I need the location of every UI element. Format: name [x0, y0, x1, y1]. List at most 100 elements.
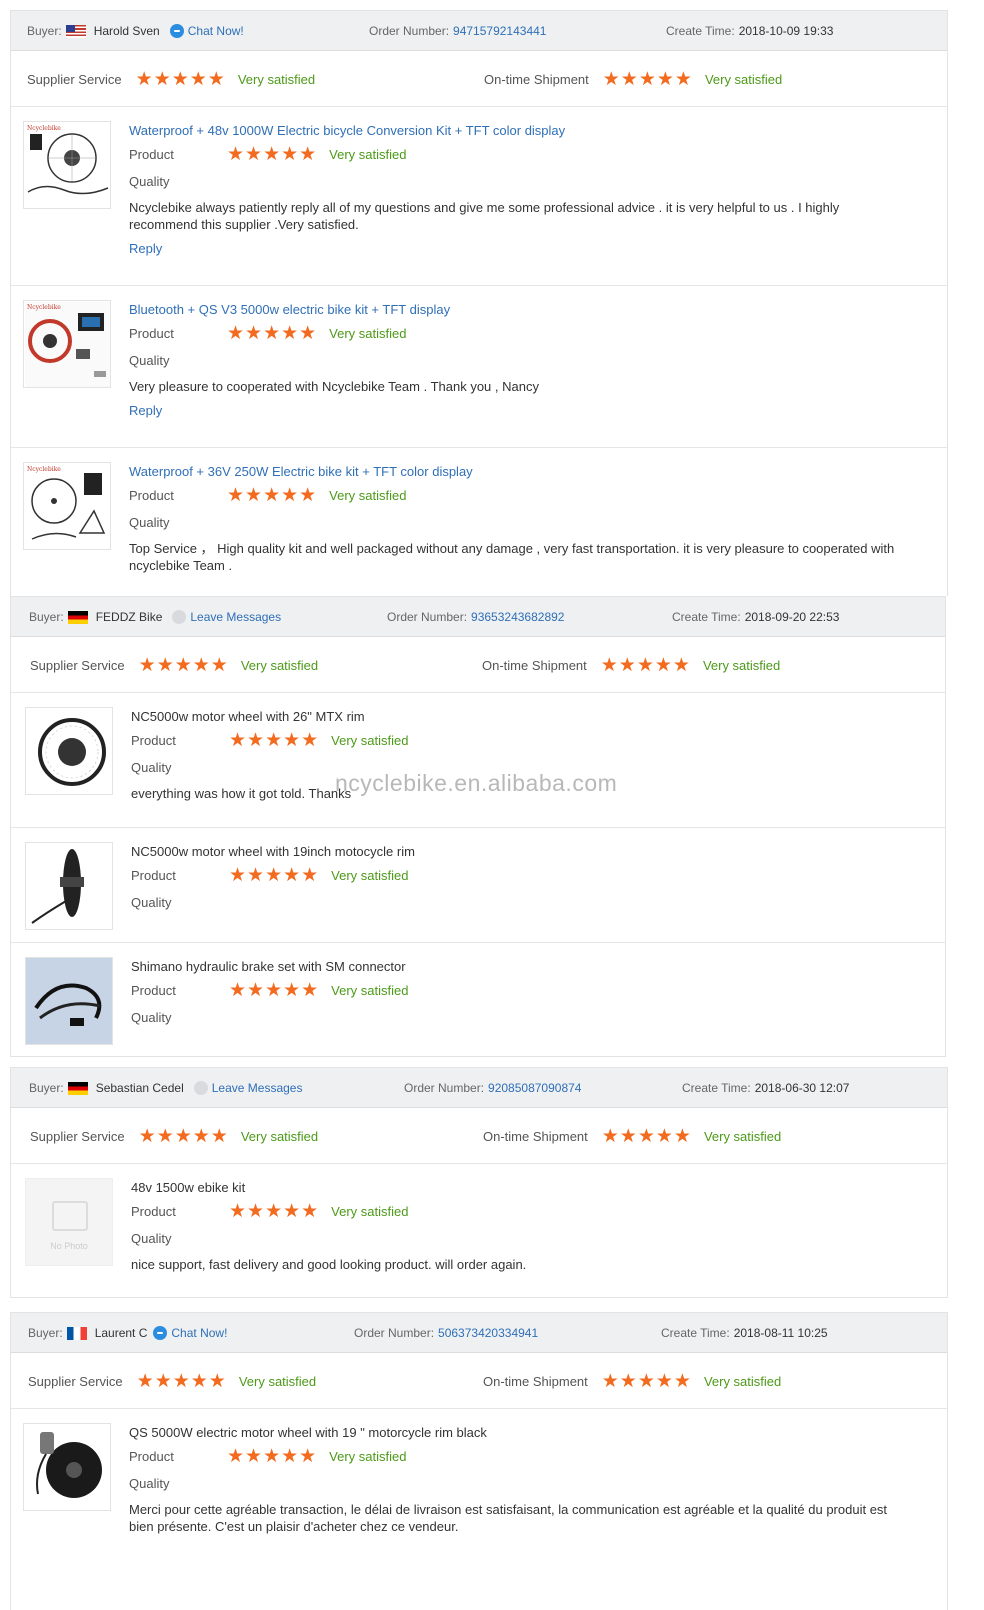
leave-messages-link[interactable]: Leave Messages [190, 610, 281, 624]
product-title[interactable]: 48v 1500w ebike kit [131, 1178, 907, 1198]
review-comment: Top Service ， High quality kit and well … [129, 541, 895, 573]
star-rating-icon: ★★★★★ [601, 1125, 692, 1147]
product-review: Ncyclebike Waterproof + 48v 1000W Electr… [11, 107, 947, 286]
ontime-shipment-value: Very satisfied [703, 1373, 782, 1389]
product-thumbnail[interactable]: Ncyclebike [23, 462, 111, 550]
feedback-header: Buyer: Harold Sven Chat Now! Order Numbe… [11, 11, 947, 51]
create-time-value: 2018-08-11 10:25 [733, 1326, 828, 1340]
product-rating-value: Very satisfied [329, 1449, 407, 1464]
buyer-name: Laurent C [94, 1326, 148, 1340]
quality-label: Quality [131, 1231, 172, 1246]
ontime-shipment-value: Very satisfied [702, 657, 781, 673]
feedback-card: Buyer: Laurent C Chat Now! Order Number:… [10, 1312, 948, 1610]
svg-text:Ncyclebike: Ncyclebike [27, 466, 61, 473]
star-rating-icon: ★★★★★ [227, 323, 318, 344]
create-time-value: 2018-10-09 19:33 [738, 24, 834, 38]
quality-label: Quality [129, 1476, 170, 1491]
product-title-link[interactable]: Waterproof + 48v 1000W Electric bicycle … [129, 121, 907, 141]
create-time-label: Create Time: [666, 24, 735, 38]
product-title[interactable]: NC5000w motor wheel with 19inch motocycl… [131, 842, 905, 862]
star-rating-icon: ★★★★★ [227, 485, 318, 506]
star-rating-icon: ★★★★★ [138, 1125, 229, 1147]
reply-link[interactable]: Reply [129, 403, 162, 418]
star-rating-icon: ★★★★★ [229, 730, 320, 751]
buyer-label: Buyer: [29, 610, 64, 624]
supplier-service-label: Supplier Service [28, 1373, 123, 1389]
product-thumbnail[interactable]: Ncyclebike [23, 121, 111, 209]
chat-icon[interactable] [153, 1326, 168, 1340]
quality-label: Quality [131, 895, 172, 910]
chat-now-link[interactable]: Chat Now! [171, 1326, 227, 1340]
product-label: Product [131, 868, 176, 883]
product-label: Product [131, 983, 176, 998]
de-flag-icon [67, 610, 88, 624]
product-review: Shimano hydraulic brake set with SM conn… [11, 943, 945, 1056]
product-rating-value: Very satisfied [331, 733, 409, 748]
feedback-header: Buyer: Sebastian Cedel Leave Messages Or… [11, 1068, 947, 1108]
star-rating-icon: ★★★★★ [136, 1370, 227, 1392]
star-rating-icon: ★★★★★ [601, 1370, 692, 1392]
star-rating-icon: ★★★★★ [227, 1446, 318, 1467]
de-flag-icon [67, 1081, 88, 1095]
product-label: Product [131, 733, 176, 748]
product-label: Product [129, 1449, 174, 1464]
product-thumbnail[interactable] [25, 707, 113, 795]
order-number-link[interactable]: 92085087090874 [488, 1081, 581, 1095]
order-number-link[interactable]: 93653243682892 [471, 610, 564, 624]
product-label: Product [129, 326, 174, 341]
quality-label: Quality [131, 1010, 172, 1025]
product-rating-value: Very satisfied [331, 868, 409, 883]
product-title-link[interactable]: Bluetooth + QS V3 5000w electric bike ki… [129, 300, 907, 320]
us-flag-icon [65, 24, 86, 38]
service-rating-row: Supplier Service ★★★★★ Very satisfied On… [11, 1353, 947, 1409]
product-info: Bluetooth + QS V3 5000w electric bike ki… [129, 300, 907, 418]
star-rating-icon: ★★★★★ [229, 865, 320, 886]
product-title-link[interactable]: Waterproof + 36V 250W Electric bike kit … [129, 462, 907, 482]
star-rating-icon: ★★★★★ [227, 144, 318, 165]
buyer-name: FEDDZ Bike [95, 610, 163, 624]
product-rating-value: Very satisfied [329, 147, 407, 162]
review-comment: Merci pour cette agréable transaction, l… [129, 1502, 888, 1534]
supplier-service-value: Very satisfied [238, 1373, 317, 1389]
message-icon[interactable] [172, 610, 187, 624]
buyer-label: Buyer: [27, 24, 62, 38]
product-thumbnail[interactable]: Ncyclebike [23, 300, 111, 388]
buyer-label: Buyer: [29, 1081, 64, 1095]
product-info: 48v 1500w ebike kit Product ★★★★★ Very sat… [131, 1178, 907, 1273]
message-icon[interactable] [193, 1081, 208, 1095]
no-photo-placeholder: No Photo [26, 1179, 112, 1265]
order-number-label: Order Number: [369, 24, 450, 38]
supplier-service-label: Supplier Service [30, 657, 125, 673]
feedback-header: Buyer: FEDDZ Bike Leave Messages Order N… [11, 597, 945, 637]
product-title[interactable]: Shimano hydraulic brake set with SM conn… [131, 957, 905, 977]
product-title[interactable]: NC5000w motor wheel with 26" MTX rim [131, 707, 905, 727]
product-thumbnail[interactable] [23, 1423, 111, 1511]
product-thumbnail[interactable] [25, 842, 113, 930]
create-time-label: Create Time: [682, 1081, 751, 1095]
product-review: NC5000w motor wheel with 26" MTX rim Pro… [11, 693, 945, 828]
product-thumbnail[interactable] [25, 957, 113, 1045]
chat-icon[interactable] [169, 24, 184, 38]
ontime-shipment-value: Very satisfied [703, 1128, 782, 1144]
product-info: Waterproof + 48v 1000W Electric bicycle … [129, 121, 907, 256]
product-thumbnail[interactable]: No Photo [25, 1178, 113, 1266]
service-rating-row: Supplier Service ★★★★★ Very satisfied On… [11, 637, 945, 693]
ontime-shipment-label: On-time Shipment [482, 657, 587, 673]
leave-messages-link[interactable]: Leave Messages [212, 1081, 303, 1095]
quality-label: Quality [131, 760, 172, 775]
star-rating-icon: ★★★★★ [229, 1201, 320, 1222]
reply-link[interactable]: Reply [129, 241, 162, 256]
create-time-value: 2018-09-20 22:53 [744, 610, 840, 624]
quality-label: Quality [129, 515, 170, 530]
feedback-card: Buyer: Sebastian Cedel Leave Messages Or… [10, 1067, 948, 1298]
review-comment: Very pleasure to cooperated with Ncycleb… [129, 379, 539, 394]
buyer-label: Buyer: [28, 1326, 63, 1340]
product-rating-value: Very satisfied [329, 326, 407, 341]
product-title[interactable]: QS 5000W electric motor wheel with 19 " … [129, 1423, 907, 1443]
ontime-shipment-label: On-time Shipment [484, 71, 589, 87]
order-number-link[interactable]: 94715792143441 [453, 24, 546, 38]
order-number-link[interactable]: 506373420334941 [438, 1326, 538, 1340]
product-rating-value: Very satisfied [331, 1204, 409, 1219]
supplier-service-label: Supplier Service [30, 1128, 125, 1144]
chat-now-link[interactable]: Chat Now! [188, 24, 244, 38]
